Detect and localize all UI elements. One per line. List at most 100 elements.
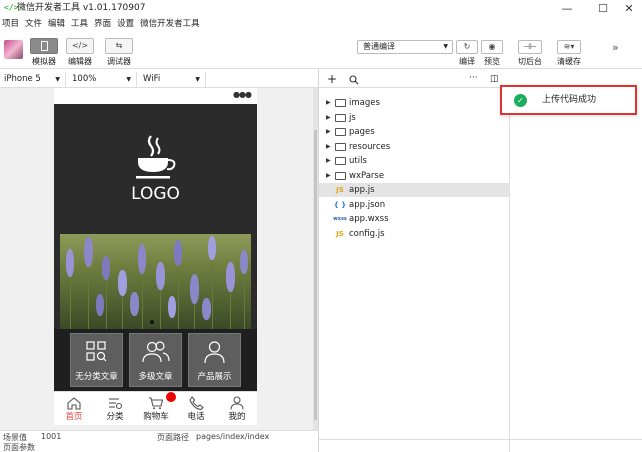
more-dots-icon[interactable]: ●●●	[233, 90, 252, 99]
compile-button[interactable]: ↻	[456, 40, 478, 54]
file-tree: ▶ images ▶ js ▶ pages ▶ resources ▶ util…	[319, 92, 509, 432]
carousel-indicator[interactable]	[150, 320, 154, 324]
close-button[interactable]: ✕	[614, 0, 642, 17]
preview-button[interactable]: ◉	[481, 40, 503, 54]
person-icon	[230, 396, 244, 410]
tree-item-images[interactable]: ▶ images	[319, 96, 509, 110]
lavender-photo	[60, 234, 251, 329]
cart-icon	[149, 397, 164, 410]
device-select[interactable]: iPhone 5 ▼	[0, 72, 66, 87]
menu-view[interactable]: 界面	[92, 17, 115, 31]
folder-icon	[335, 114, 346, 122]
swap-icon: ⇆	[115, 41, 123, 50]
tab-label: 我的	[228, 412, 246, 422]
file-name: config.js	[349, 229, 385, 239]
menu-project[interactable]: 项目	[0, 17, 23, 31]
menu-file[interactable]: 文件	[23, 17, 46, 31]
chevron-double-right-icon[interactable]: »	[612, 41, 619, 54]
network-value: WiFi	[143, 74, 161, 84]
eye-icon: ◉	[488, 42, 496, 51]
file-toolbar: + ··· ◫	[319, 72, 509, 88]
tree-item-app-json[interactable]: { } app.json	[319, 198, 509, 212]
editor-toggle[interactable]: </>	[66, 38, 94, 54]
zoom-select[interactable]: 100% ▼	[68, 72, 137, 87]
caret-right-icon: ▶	[326, 99, 331, 106]
clear-cache-button[interactable]: ≋▾	[557, 40, 581, 54]
tab-phone[interactable]: 电话	[176, 392, 216, 425]
avatar[interactable]	[4, 40, 23, 59]
tab-mine[interactable]: 我的	[217, 392, 257, 425]
menu-tools[interactable]: 工具	[69, 17, 92, 31]
network-select[interactable]: WiFi ▼	[139, 72, 206, 87]
folder-icon	[335, 172, 346, 180]
background-button[interactable]: ⊣⊢	[518, 40, 542, 54]
tab-label: 首页	[65, 412, 83, 422]
editor-label: 编辑器	[68, 57, 92, 66]
clear-cache-label: 清缓存	[557, 57, 581, 66]
simulator-toggle[interactable]	[30, 38, 58, 54]
path-value[interactable]: pages/index/index	[196, 432, 269, 441]
simulator-label: 模拟器	[32, 57, 56, 66]
tab-label: 购物车	[143, 412, 169, 422]
file-name: app.js	[349, 185, 375, 195]
category-multilevel[interactable]: 多级文章	[129, 333, 182, 387]
tab-label: 电话	[187, 412, 205, 422]
grid-search-icon	[86, 341, 107, 362]
scene-value[interactable]: 1001	[41, 432, 61, 441]
path-label: 页面路径	[157, 433, 189, 442]
category-label: 产品展示	[197, 372, 232, 382]
debugger-label: 调试器	[107, 57, 131, 66]
phone-screen: ●●● LOGO 无分类文章 多级文章 产品展示 首页 分类 购物车 电话 我的	[54, 88, 257, 425]
tree-item-utils[interactable]: ▶ utils	[319, 154, 509, 168]
menu-settings[interactable]: 设置	[115, 17, 138, 31]
tab-label: 分类	[106, 412, 124, 422]
user-icon	[204, 341, 225, 364]
window-title: 微信开发者工具 v1.01.170907	[17, 3, 146, 13]
file-name: images	[349, 98, 380, 108]
minimize-button[interactable]: —	[552, 0, 582, 17]
tree-item-resources[interactable]: ▶ resources	[319, 140, 509, 154]
json-file-icon: { }	[333, 201, 347, 209]
simulator-scrollbar-thumb[interactable]	[314, 130, 317, 420]
menu-devtools[interactable]: 微信开发者工具	[138, 17, 204, 31]
tree-item-config-js[interactable]: JS config.js	[319, 227, 509, 241]
cart-badge	[166, 392, 176, 402]
js-file-icon: JS	[336, 186, 344, 194]
menu-edit[interactable]: 编辑	[46, 17, 69, 31]
debugger-toggle[interactable]: ⇆	[105, 38, 133, 54]
phone-icon	[40, 41, 48, 51]
tree-item-app-wxss[interactable]: wxss app.wxss	[319, 212, 509, 226]
tree-item-app-js[interactable]: JS app.js	[319, 183, 509, 197]
caret-right-icon: ▶	[326, 172, 331, 179]
photo-frame-right	[251, 234, 257, 329]
compile-mode-value: 普通编译	[363, 42, 395, 51]
logo-text: LOGO	[131, 184, 180, 204]
search-icon[interactable]	[349, 75, 359, 85]
file-name: resources	[349, 142, 391, 152]
category-uncategorized[interactable]: 无分类文章	[70, 333, 123, 387]
add-icon[interactable]: +	[327, 72, 337, 87]
tab-home[interactable]: 首页	[54, 392, 94, 425]
more-icon[interactable]: ···	[469, 72, 478, 85]
category-products[interactable]: 产品展示	[188, 333, 241, 387]
category-label: 多级文章	[138, 372, 173, 382]
folder-icon	[335, 143, 346, 151]
tab-category[interactable]: 分类	[95, 392, 135, 425]
status-bar: 场景值 1001 页面路径 pages/index/index 页面参数	[0, 430, 318, 452]
category-icon	[109, 398, 123, 410]
compile-mode-select[interactable]: 普通编译 ▼	[357, 40, 453, 54]
params-label: 页面参数	[3, 443, 35, 452]
file-name: pages	[349, 127, 375, 137]
upload-success-toast: ✓ 上传代码成功	[500, 85, 637, 115]
code-icon: </>	[71, 41, 89, 50]
folder-icon	[335, 99, 346, 107]
split-icon[interactable]: ◫	[490, 72, 499, 86]
tree-item-js[interactable]: ▶ js	[319, 111, 509, 125]
category-label: 无分类文章	[75, 372, 118, 382]
tree-item-wxparse[interactable]: ▶ wxParse	[319, 169, 509, 183]
phone-icon	[189, 396, 204, 410]
switch-background-icon: ⊣⊢	[523, 42, 537, 51]
tree-item-pages[interactable]: ▶ pages	[319, 125, 509, 139]
caret-down-icon: ▼	[55, 76, 60, 83]
caret-right-icon: ▶	[326, 157, 331, 164]
